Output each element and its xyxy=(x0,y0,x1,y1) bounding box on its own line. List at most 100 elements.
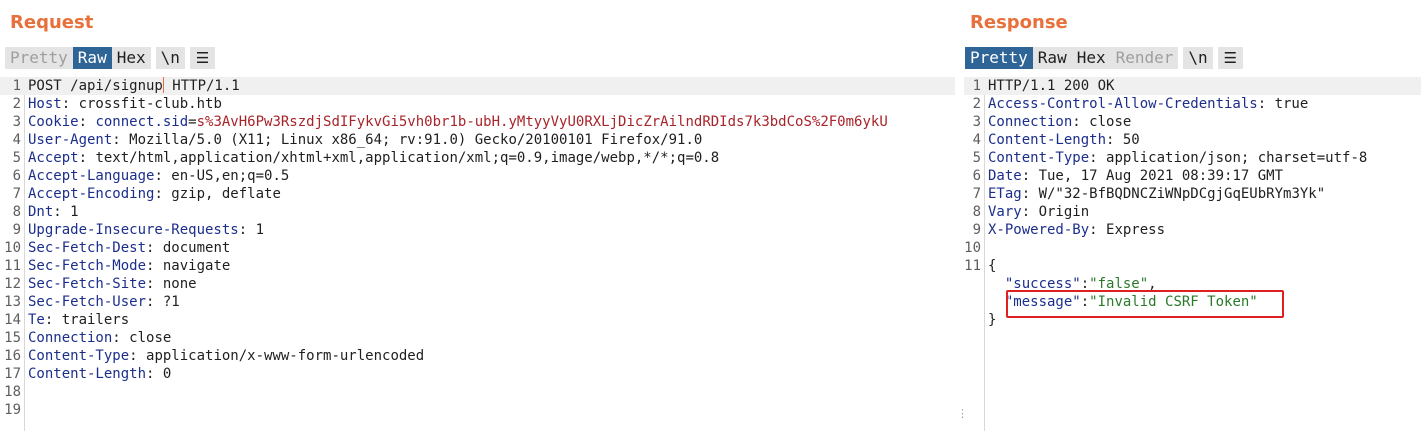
code-text: Sec-Fetch-Site: none xyxy=(28,276,197,292)
request-tab-raw[interactable]: Raw xyxy=(72,47,112,69)
header-value: close xyxy=(129,330,172,346)
response-tab-render[interactable]: Render xyxy=(1111,47,1179,69)
response-status-line: HTTP/1.1 200 OK xyxy=(988,78,1115,94)
code-text: Accept: text/html,application/xhtml+xml,… xyxy=(28,150,720,166)
request-panel: Request Pretty Raw Hex \n ☰ 1 POST /api/s… xyxy=(0,0,955,431)
request-line: 7 Accept-Encoding: gzip, deflate xyxy=(0,185,955,203)
response-newline-toggle-button[interactable]: \n xyxy=(1183,48,1212,67)
header-value: document xyxy=(162,240,231,256)
header-name: Upgrade-Insecure-Requests xyxy=(28,222,239,238)
json-close-brace: } xyxy=(988,312,997,328)
response-tab-hex[interactable]: Hex xyxy=(1072,47,1111,69)
response-line: 11 { xyxy=(964,257,1421,275)
header-name: Connection xyxy=(988,114,1073,130)
request-editor[interactable]: 1 POST /api/signup HTTP/1.1 2 Host: crossfi… xyxy=(0,77,955,431)
response-line: 4 Content-Length: 50 xyxy=(964,131,1421,149)
line-number: 18 xyxy=(4,384,21,400)
header-value: 1 xyxy=(70,204,79,220)
header-value: application/x-www-form-urlencoded xyxy=(146,348,425,364)
line-number: 8 xyxy=(972,204,981,220)
header-name: User-Agent xyxy=(28,132,113,148)
request-line: 10 Sec-Fetch-Dest: document xyxy=(0,239,955,257)
header-name: Accept xyxy=(28,150,79,166)
request-tab-pretty[interactable]: Pretty xyxy=(5,47,73,69)
line-number: 11 xyxy=(964,258,981,274)
header-name: Content-Length xyxy=(988,132,1107,148)
line-number: 13 xyxy=(4,294,21,310)
line-number: 5 xyxy=(972,150,981,166)
request-line: 17 Content-Length: 0 xyxy=(0,365,955,383)
code-text: POST /api/signup HTTP/1.1 xyxy=(28,77,240,95)
header-name: Access-Control-Allow-Credentials xyxy=(988,96,1258,112)
header-value: 50 xyxy=(1122,132,1140,148)
line-number: 2 xyxy=(12,96,21,112)
request-line: 13 Sec-Fetch-User: ?1 xyxy=(0,293,955,311)
json-open-brace: { xyxy=(988,258,997,274)
code-text: Sec-Fetch-User: ?1 xyxy=(28,294,180,310)
response-editor[interactable]: 1 HTTP/1.1 200 OK 2 Access-Control-Allow-Cr… xyxy=(964,77,1421,431)
header-name: Sec-Fetch-Mode xyxy=(28,258,147,274)
code-text: Dnt: 1 xyxy=(28,204,79,220)
header-value: 0 xyxy=(162,366,172,382)
header-name: Connection xyxy=(28,330,113,346)
line-number: 10 xyxy=(4,240,21,256)
response-view-toolbar: Pretty Raw Hex Render \n ☰ xyxy=(965,47,1244,69)
response-line: 10 xyxy=(964,239,1421,257)
line-number: 1 xyxy=(972,78,981,94)
panel-divider[interactable]: ⋮ xyxy=(955,0,968,431)
header-value: W/"32-BfBQDNCZiWNpDCgjGqEUbRYm3Yk" xyxy=(1038,186,1326,202)
request-tab-hex[interactable]: Hex xyxy=(112,47,151,69)
header-name: Sec-Fetch-Dest xyxy=(28,240,147,256)
header-value: en-US,en;q=0.5 xyxy=(171,168,290,184)
header-name: Te xyxy=(28,312,45,328)
code-text: Content-Length: 0 xyxy=(28,366,172,382)
request-line: 6 Accept-Language: en-US,en;q=0.5 xyxy=(0,167,955,185)
hamburger-menu-icon[interactable]: ☰ xyxy=(1218,49,1243,67)
line-number: 12 xyxy=(4,276,21,292)
code-text: Host: crossfit-club.htb xyxy=(28,96,222,112)
line-number: 1 xyxy=(12,78,21,94)
response-tab-raw[interactable]: Raw xyxy=(1033,47,1072,69)
response-line: 7 ETag: W/"32-BfBQDNCZiWNpDCgjGqEUbRYm3Yk… xyxy=(964,185,1421,203)
line-number: 7 xyxy=(972,186,981,202)
request-line: 12 Sec-Fetch-Site: none xyxy=(0,275,955,293)
header-value: gzip, deflate xyxy=(171,186,281,202)
code-text: Vary: Origin xyxy=(988,204,1090,220)
header-name: X-Powered-By xyxy=(988,222,1090,238)
code-text: ETag: W/"32-BfBQDNCZiWNpDCgjGqEUbRYm3Yk" xyxy=(988,186,1326,202)
code-text: Accept-Encoding: gzip, deflate xyxy=(28,186,281,202)
response-line: 5 Content-Type: application/json; charset… xyxy=(964,149,1421,167)
code-text: Access-Control-Allow-Credentials: true xyxy=(988,96,1309,112)
code-text: Sec-Fetch-Mode: navigate xyxy=(28,258,231,274)
request-line: 19 xyxy=(0,401,955,419)
code-text: Sec-Fetch-Dest: document xyxy=(28,240,231,256)
header-value: navigate xyxy=(162,258,231,274)
response-tab-pretty[interactable]: Pretty xyxy=(965,47,1033,69)
header-name: Sec-Fetch-Site xyxy=(28,276,147,292)
header-name: Sec-Fetch-User xyxy=(28,294,147,310)
code-text: Cookie: connect.sid=s%3AvH6Pw3RszdjSdIFy… xyxy=(28,114,888,130)
line-number: 2 xyxy=(972,96,981,112)
request-line: 15 Connection: close xyxy=(0,329,955,347)
request-line: 5 Accept: text/html,application/xhtml+xml… xyxy=(0,149,955,167)
code-text: Content-Type: application/x-www-form-url… xyxy=(28,348,425,364)
header-name: Date xyxy=(988,168,1022,184)
request-line: 4 User-Agent: Mozilla/5.0 (X11; Linux x86… xyxy=(0,131,955,149)
header-name: Accept-Language xyxy=(28,168,155,184)
header-value: 1 xyxy=(255,222,265,238)
divider-grip-icon[interactable]: ⋮ xyxy=(957,408,968,419)
line-number: 8 xyxy=(12,204,21,220)
header-value: Mozilla/5.0 (X11; Linux x86_64; rv:91.0)… xyxy=(129,132,703,148)
header-value: close xyxy=(1089,114,1132,130)
request-protocol: HTTP/1.1 xyxy=(163,78,240,94)
response-view-tabs: Pretty Raw Hex Render xyxy=(965,47,1179,69)
line-number: 5 xyxy=(12,150,21,166)
request-lines: 1 POST /api/signup HTTP/1.1 2 Host: crossfi… xyxy=(0,77,955,419)
hamburger-menu-icon[interactable]: ☰ xyxy=(190,49,215,67)
code-text: Content-Length: 50 xyxy=(988,132,1140,148)
header-name: Accept-Encoding xyxy=(28,186,155,202)
header-value: trailers xyxy=(61,312,130,328)
header-name: Content-Length xyxy=(28,366,147,382)
request-view-toolbar: Pretty Raw Hex \n ☰ xyxy=(5,47,216,69)
request-newline-toggle-button[interactable]: \n xyxy=(156,48,185,67)
